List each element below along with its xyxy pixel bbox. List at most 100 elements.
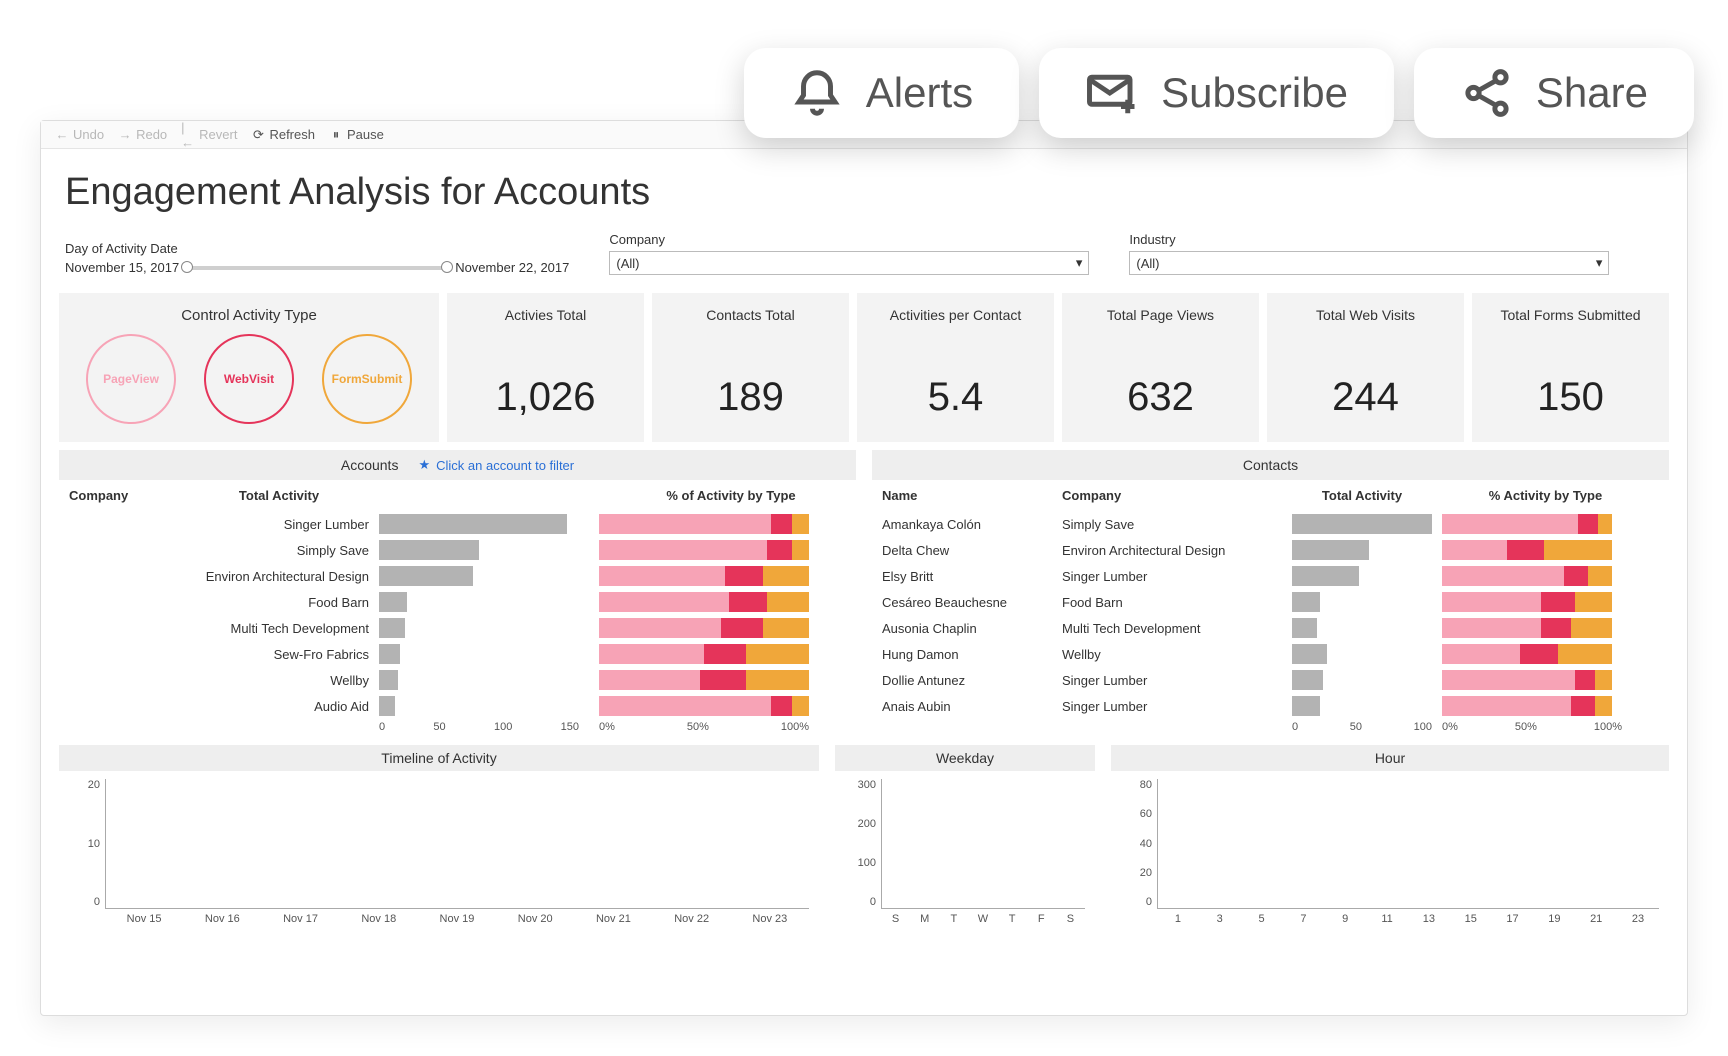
contacts-header-label: Contacts	[1243, 457, 1298, 473]
account-row[interactable]: Food Barn	[59, 589, 856, 615]
contact-company: Multi Tech Development	[1062, 621, 1292, 636]
account-name: Singer Lumber	[69, 517, 379, 532]
toggle-webvisit[interactable]: WebVisit	[204, 334, 294, 424]
timeline-xlabels: Nov 15Nov 16Nov 17Nov 18Nov 19Nov 20Nov …	[59, 913, 819, 925]
page-title: Engagement Analysis for Accounts	[41, 149, 1687, 232]
pause-button[interactable]: ⏸ Pause	[329, 127, 384, 142]
toggle-formsubmit[interactable]: FormSubmit	[322, 334, 412, 424]
slider-knob-end[interactable]	[441, 261, 453, 273]
toggle-pageview[interactable]: PageView	[86, 334, 176, 424]
contact-company: Singer Lumber	[1062, 673, 1292, 688]
account-pct-bar	[599, 696, 809, 716]
metrics-row: Control Activity Type PageView WebVisit …	[41, 293, 1687, 450]
industry-filter-label: Industry	[1129, 232, 1609, 247]
pause-icon: ⏸	[329, 128, 343, 142]
contact-company: Environ Architectural Design	[1062, 543, 1292, 558]
contact-row[interactable]: Elsy BrittSinger Lumber	[872, 563, 1669, 589]
account-pct-bar	[599, 540, 809, 560]
revert-button[interactable]: |← Revert	[181, 127, 237, 142]
filters-row: Day of Activity Date November 15, 2017 N…	[41, 232, 1687, 293]
contact-row[interactable]: Delta ChewEnviron Architectural Design	[872, 537, 1669, 563]
arrow-left-icon: ←	[55, 128, 69, 142]
account-row[interactable]: Sew-Fro Fabrics	[59, 641, 856, 667]
contact-row[interactable]: Ausonia ChaplinMulti Tech Development	[872, 615, 1669, 641]
account-row[interactable]: Simply Save	[59, 537, 856, 563]
contact-row[interactable]: Hung DamonWellby	[872, 641, 1669, 667]
company-filter-label: Company	[609, 232, 1089, 247]
contact-company: Singer Lumber	[1062, 699, 1292, 714]
account-pct-bar	[599, 618, 809, 638]
accounts-panel: Accounts ★ Click an account to filter Co…	[59, 450, 856, 733]
star-icon: ★	[418, 457, 430, 473]
account-pct-bar	[599, 566, 809, 586]
metric-forms-submitted: Total Forms Submitted 150	[1472, 293, 1669, 442]
share-button[interactable]: Share	[1414, 48, 1694, 138]
industry-select-value: (All)	[1136, 256, 1159, 271]
alerts-button[interactable]: Alerts	[744, 48, 1019, 138]
hour-xlabels: 1357911131517192123	[1111, 913, 1669, 925]
contact-pct-bar	[1442, 592, 1612, 612]
account-row[interactable]: Environ Architectural Design	[59, 563, 856, 589]
control-title: Control Activity Type	[181, 307, 317, 324]
industry-select[interactable]: (All) ▾	[1129, 251, 1609, 275]
date-end: November 22, 2017	[455, 260, 569, 275]
contact-total-bar	[1292, 696, 1432, 716]
contact-company: Wellby	[1062, 647, 1292, 662]
account-row[interactable]: Singer Lumber	[59, 511, 856, 537]
date-slider[interactable]	[187, 266, 447, 270]
accounts-hint: ★ Click an account to filter	[418, 457, 574, 473]
arrow-right-icon: →	[118, 128, 132, 142]
slider-knob-start[interactable]	[181, 261, 193, 273]
account-pct-bar	[599, 644, 809, 664]
undo-button[interactable]: ← Undo	[55, 127, 104, 142]
refresh-button[interactable]: ⟳ Refresh	[251, 127, 315, 142]
accounts-table-head: Company Total Activity % of Activity by …	[59, 480, 856, 511]
accounts-header-label: Accounts	[341, 457, 399, 473]
account-name: Audio Aid	[69, 699, 379, 714]
date-start: November 15, 2017	[65, 260, 179, 275]
contact-name: Ausonia Chaplin	[882, 621, 1062, 636]
dashboard: ← Undo → Redo |← Revert ⟳ Refresh ⏸ Paus…	[40, 120, 1688, 1016]
date-filter-label: Day of Activity Date	[65, 241, 569, 256]
account-name: Environ Architectural Design	[69, 569, 379, 584]
contact-row[interactable]: Anais AubinSinger Lumber	[872, 693, 1669, 719]
bell-icon	[790, 66, 844, 120]
refresh-icon: ⟳	[251, 128, 265, 142]
contacts-panel: Contacts Name Company Total Activity % A…	[872, 450, 1669, 733]
share-icon	[1460, 66, 1514, 120]
hour-plot: 806040200	[1157, 779, 1659, 909]
contact-row[interactable]: Cesáreo BeauchesneFood Barn	[872, 589, 1669, 615]
contact-name: Dollie Antunez	[882, 673, 1062, 688]
metric-contacts-total: Contacts Total 189	[652, 293, 849, 442]
account-pct-bar	[599, 670, 809, 690]
account-row[interactable]: Audio Aid	[59, 693, 856, 719]
undo-label: Undo	[73, 127, 104, 142]
contact-row[interactable]: Amankaya ColónSimply Save	[872, 511, 1669, 537]
account-name: Food Barn	[69, 595, 379, 610]
subscribe-button[interactable]: Subscribe	[1039, 48, 1394, 138]
contact-name: Anais Aubin	[882, 699, 1062, 714]
accounts-axis: 050100150 0%50%100%	[59, 719, 856, 733]
activity-type-toggles: PageView WebVisit FormSubmit	[86, 334, 412, 424]
contact-name: Hung Damon	[882, 647, 1062, 662]
panels-row: Accounts ★ Click an account to filter Co…	[41, 450, 1687, 733]
account-row[interactable]: Multi Tech Development	[59, 615, 856, 641]
contact-total-bar	[1292, 618, 1432, 638]
account-total-bar	[379, 670, 579, 690]
contact-pct-bar	[1442, 670, 1612, 690]
company-filter: Company (All) ▾	[609, 232, 1089, 275]
company-select[interactable]: (All) ▾	[609, 251, 1089, 275]
contact-row[interactable]: Dollie AntunezSinger Lumber	[872, 667, 1669, 693]
redo-button[interactable]: → Redo	[118, 127, 167, 142]
account-total-bar	[379, 618, 579, 638]
contact-pct-bar	[1442, 644, 1612, 664]
contact-name: Amankaya Colón	[882, 517, 1062, 532]
contact-pct-bar	[1442, 566, 1612, 586]
contact-total-bar	[1292, 644, 1432, 664]
account-row[interactable]: Wellby	[59, 667, 856, 693]
contacts-panel-header: Contacts	[872, 450, 1669, 480]
contacts-table-head: Name Company Total Activity % Activity b…	[872, 480, 1669, 511]
metric-web-visits: Total Web Visits 244	[1267, 293, 1464, 442]
contacts-table-body: Amankaya ColónSimply SaveDelta ChewEnvir…	[872, 511, 1669, 719]
contact-total-bar	[1292, 592, 1432, 612]
